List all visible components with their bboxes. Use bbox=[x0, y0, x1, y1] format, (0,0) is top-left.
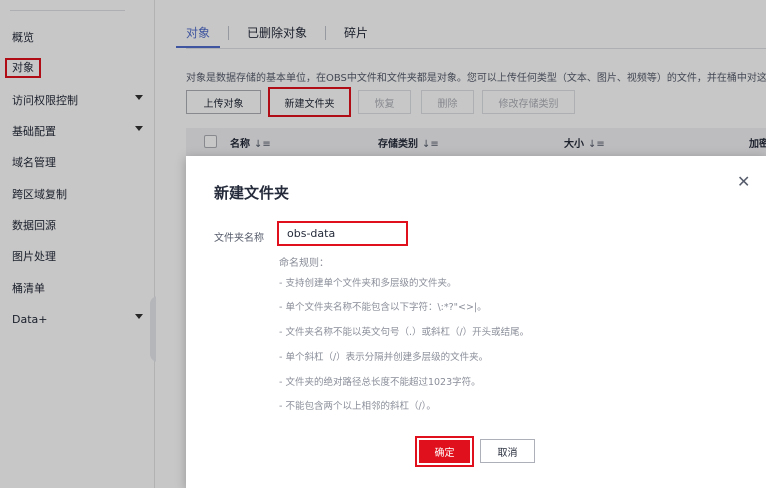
naming-rule: - 单个文件夹名称不能包含以下字符：\:*?"<>|。 bbox=[279, 302, 487, 313]
cancel-button[interactable]: 取消 bbox=[480, 439, 535, 463]
naming-rule: - 不能包含两个以上相邻的斜杠（/）。 bbox=[279, 401, 436, 412]
new-folder-dialog: 新建文件夹 ✕ 文件夹名称 命名规则： - 支持创建单个文件夹和多层级的文件夹。… bbox=[186, 156, 766, 488]
naming-rule: - 文件夹名称不能以英文句号（.）或斜杠（/）开头或结尾。 bbox=[279, 327, 530, 338]
dialog-title: 新建文件夹 bbox=[214, 184, 290, 202]
confirm-button-label: 确定 bbox=[419, 440, 470, 463]
confirm-button[interactable]: 确定 bbox=[415, 436, 474, 467]
folder-name-input[interactable] bbox=[277, 221, 408, 246]
close-icon[interactable]: ✕ bbox=[737, 172, 750, 191]
naming-rule: - 支持创建单个文件夹和多层级的文件夹。 bbox=[279, 278, 457, 289]
naming-rule: - 文件夹的绝对路径总长度不能超过1023字符。 bbox=[279, 377, 481, 388]
folder-name-label: 文件夹名称 bbox=[214, 233, 264, 244]
naming-rule: - 单个斜杠（/）表示分隔并创建多层级的文件夹。 bbox=[279, 352, 489, 363]
naming-rules-title: 命名规则： bbox=[279, 258, 329, 269]
